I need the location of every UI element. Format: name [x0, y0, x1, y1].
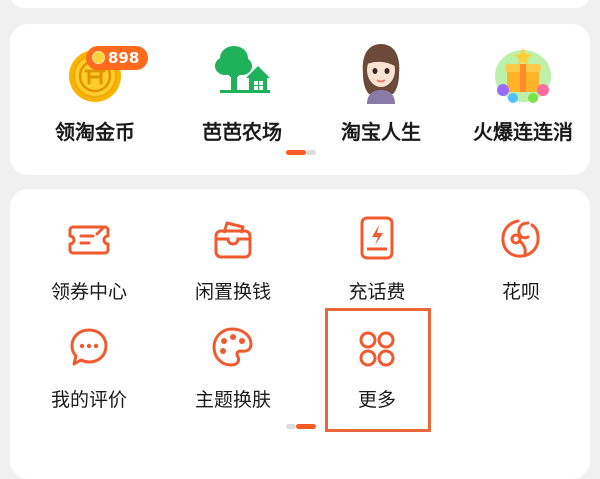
games-item-match-game[interactable]: 火爆连连消 — [458, 24, 588, 175]
games-item-label: 火爆连连消 — [473, 120, 573, 144]
service-item-more[interactable]: 更多 — [322, 317, 432, 417]
service-item-label: 更多 — [357, 389, 396, 411]
service-item-label: 花呗 — [501, 281, 540, 303]
service-item-coupon-center[interactable]: 领券中心 — [24, 207, 154, 307]
service-item-label: 主题换肤 — [194, 389, 271, 411]
service-item-label: 领券中心 — [50, 281, 127, 303]
games-item-label: 领淘金币 — [55, 120, 135, 144]
service-item-my-reviews[interactable]: 我的评价 — [24, 317, 154, 417]
huabei-icon — [501, 219, 540, 258]
gold-coin-badge: 898 — [86, 46, 148, 70]
service-item-label: 充话费 — [348, 281, 406, 303]
coupon-icon — [68, 225, 110, 255]
phone-recharge-icon — [360, 216, 394, 260]
gift-box-icon — [495, 48, 551, 103]
farm-tree-house-icon — [215, 46, 270, 93]
avatar-girl-icon — [362, 44, 400, 104]
four-circles-icon — [359, 331, 395, 367]
palette-icon — [212, 327, 253, 367]
service-item-huabei[interactable]: 花呗 — [456, 207, 586, 307]
games-item-label: 淘宝人生 — [341, 120, 421, 144]
previous-card-edge — [10, 0, 590, 8]
service-item-idle-swap[interactable]: 闲置换钱 — [168, 207, 298, 307]
service-item-label: 闲置换钱 — [194, 281, 271, 303]
games-page-indicator-active — [286, 150, 306, 155]
games-item-label: 芭芭农场 — [202, 120, 282, 144]
services-card: 领券中心 闲置换钱 充话费 花呗 我的评价 主题换肤 更多 — [10, 189, 590, 479]
games-page-indicator-inactive — [306, 150, 316, 155]
games-item-taobao-life[interactable]: 淘宝人生 — [316, 24, 446, 175]
services-page-indicator-inactive — [286, 424, 296, 429]
service-item-phone-recharge[interactable]: 充话费 — [312, 207, 442, 307]
idle-swap-box-icon — [214, 221, 252, 259]
services-page-indicator-active — [296, 424, 316, 429]
comment-bubble-icon — [70, 328, 108, 366]
service-item-label: 我的评价 — [50, 389, 127, 411]
badge-coin-icon — [92, 51, 105, 64]
service-item-theme-skin[interactable]: 主题换肤 — [168, 317, 298, 417]
gold-coin-badge-count: 898 — [108, 49, 140, 67]
